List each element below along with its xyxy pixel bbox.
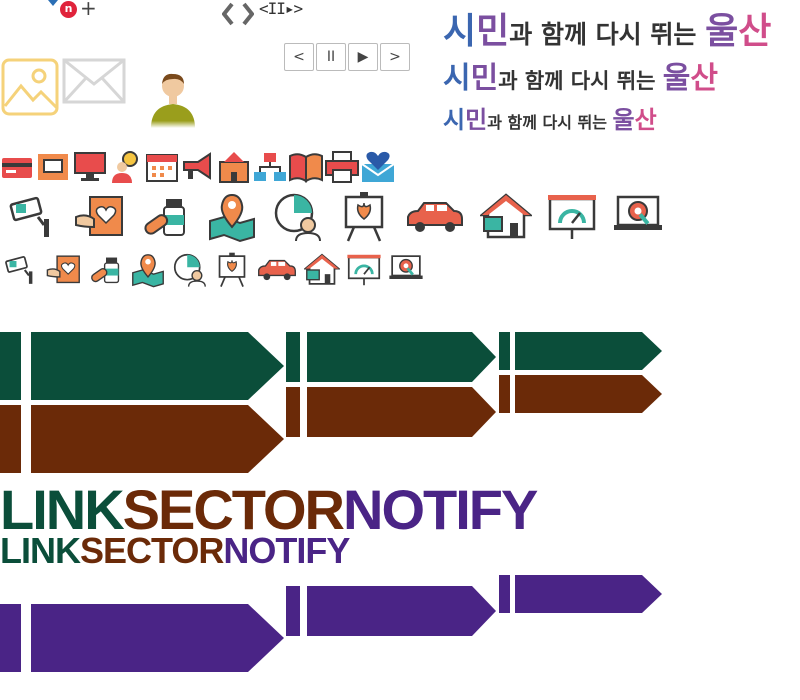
notify-banner-arrow[interactable]	[307, 586, 496, 636]
clock-person-icon	[274, 193, 321, 242]
pill-bottle-icon	[91, 257, 120, 284]
link-banner-bar	[499, 332, 510, 370]
slogan-si: 시	[443, 61, 471, 96]
map-pin-icon	[132, 254, 164, 288]
slogan-san: 산	[738, 11, 772, 52]
house-icon	[304, 253, 340, 285]
word-notify: NOTIFY	[223, 530, 350, 571]
image-placeholder-icon	[1, 58, 59, 116]
map-pin-icon	[209, 193, 255, 243]
sector-banner-arrow[interactable]	[515, 375, 662, 413]
icon-row-large	[8, 191, 664, 243]
laptop-gear-icon	[389, 255, 423, 279]
sector-banner-arrow[interactable]	[31, 405, 284, 473]
prev-button[interactable]: <	[284, 43, 314, 71]
mini-slider-controls[interactable]: <II▸>	[259, 0, 303, 18]
building-icon	[219, 152, 249, 183]
car-icon	[258, 259, 296, 281]
diamond-arrows-icon[interactable]	[222, 2, 254, 26]
slogan-small: 시민과 함께 다시 뛰는 울산	[443, 100, 657, 135]
word-link: LINK	[0, 530, 81, 571]
slogan-medium: 시민과 함께 다시 뛰는 울산	[443, 53, 718, 97]
calendar-icon	[146, 154, 178, 182]
link-banner-bar	[286, 332, 300, 382]
word-sector: SECTOR	[80, 530, 224, 571]
house-icon	[480, 193, 532, 239]
pause-button[interactable]: II	[316, 43, 346, 71]
slogan-min: 민	[470, 61, 499, 96]
monitor-icon	[74, 152, 106, 181]
slider-pager: < II ▶ >	[284, 43, 410, 71]
arrow-banners-top	[0, 332, 662, 473]
add-icon[interactable]: +	[80, 0, 97, 20]
notify-banner-arrow[interactable]	[515, 575, 662, 613]
easel-flower-icon	[218, 252, 246, 287]
slogan-ul: 울	[662, 61, 691, 96]
link-banner-arrow[interactable]	[31, 332, 284, 400]
slogan-large: 시민과 함께 다시 뛰는 울산	[443, 2, 771, 54]
cctv-icon	[5, 256, 33, 284]
printer-icon	[325, 151, 359, 183]
link-banner-arrow[interactable]	[515, 332, 662, 370]
user-avatar-icon	[151, 73, 195, 128]
slogan-ul: 울	[612, 106, 635, 134]
notify-banner-bar	[286, 586, 300, 636]
mail-icon	[62, 58, 126, 104]
laptop-gear-icon	[614, 195, 662, 230]
slogan-middle: 과 함께 다시 뛰는	[509, 20, 706, 49]
slogan-si: 시	[443, 11, 477, 52]
car-icon	[407, 202, 463, 232]
person-idea-icon	[112, 151, 138, 183]
gauge-board-icon	[548, 195, 596, 239]
easel-flower-icon	[344, 192, 384, 242]
arrow-banners-notify	[0, 575, 662, 672]
slogan-min: 민	[465, 106, 488, 134]
new-badge: n	[60, 1, 77, 18]
notify-banner-arrow[interactable]	[31, 604, 284, 672]
sector-banner-bar	[0, 405, 21, 473]
slogan-middle: 과 함께 다시 뛰는	[487, 113, 613, 132]
dropdown-caret-icon[interactable]	[48, 0, 58, 6]
hand-heart-card-icon	[46, 255, 80, 284]
message-box-icon	[38, 154, 68, 180]
brand-wordmark-small: LINKSECTORNOTIFY	[0, 530, 350, 572]
cctv-icon	[9, 196, 49, 237]
sector-banner-bar	[499, 375, 510, 413]
icon-row-medium	[4, 252, 424, 288]
sector-banner-arrow[interactable]	[307, 387, 496, 437]
link-banner-bar	[0, 332, 21, 400]
heart-mail-icon	[361, 151, 395, 182]
word-notify: NOTIFY	[343, 478, 538, 541]
book-icon	[289, 153, 323, 183]
slogan-min: 민	[476, 11, 510, 52]
network-icon	[254, 153, 286, 181]
megaphone-icon	[183, 152, 211, 180]
link-banner-arrow[interactable]	[307, 332, 496, 382]
slogan-si: 시	[443, 106, 466, 134]
slogan-san: 산	[690, 61, 718, 96]
slogan-san: 산	[634, 106, 657, 134]
card-icon	[2, 158, 32, 178]
next-button[interactable]: >	[380, 43, 410, 71]
hand-heart-card-icon	[75, 196, 123, 236]
sector-banner-bar	[286, 387, 300, 437]
gauge-board-icon	[347, 254, 381, 286]
slogan-middle: 과 함께 다시 뛰는	[498, 69, 663, 93]
notify-banner-bar	[499, 575, 510, 613]
icon-row-small	[0, 150, 396, 184]
slogan-ul: 울	[705, 11, 739, 52]
play-button[interactable]: ▶	[348, 43, 378, 71]
notify-banner-bar	[0, 604, 21, 672]
pill-bottle-icon	[144, 199, 185, 236]
clock-person-icon	[173, 253, 206, 287]
